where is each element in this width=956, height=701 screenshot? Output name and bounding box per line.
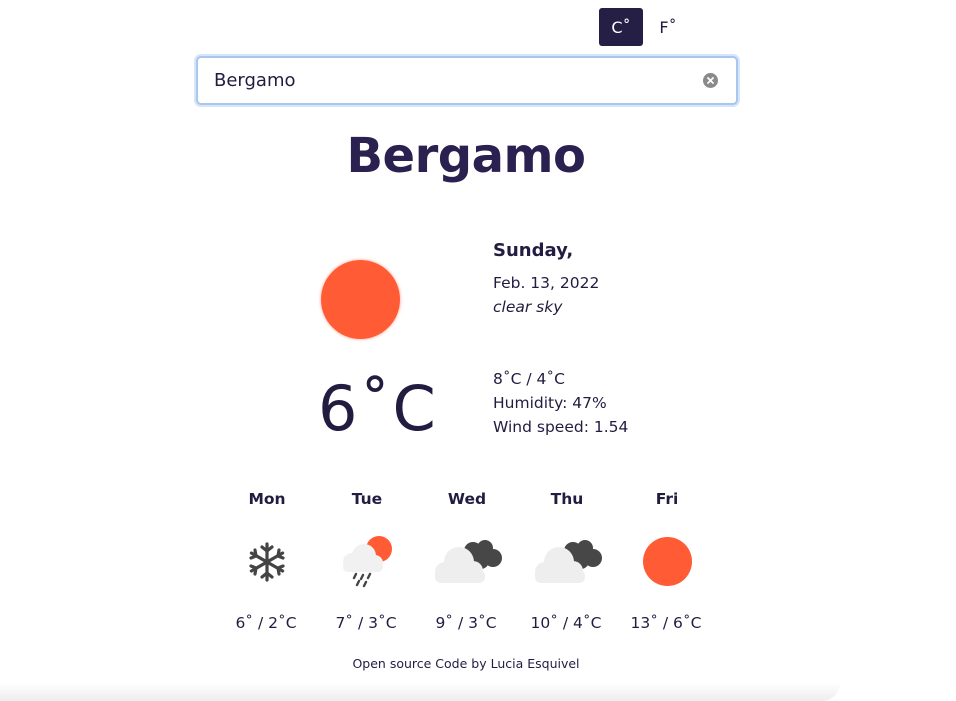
rain-sun-cloud-icon — [343, 536, 392, 588]
wind-speed: Wind speed: 1.54 — [493, 418, 629, 436]
weather-description: clear sky — [493, 298, 563, 316]
search-input[interactable] — [198, 58, 688, 103]
humidity: Humidity: 47% — [493, 394, 607, 412]
celsius-button[interactable]: C˚ — [599, 8, 643, 46]
footer-credit[interactable]: Open source Code by Lucia Esquivel — [0, 656, 932, 671]
current-date: Feb. 13, 2022 — [493, 274, 600, 292]
sun-icon — [643, 537, 692, 586]
broken-clouds-icon — [535, 540, 602, 583]
bottom-shadow — [0, 683, 840, 701]
unit-toggle: C˚ F˚ — [599, 8, 690, 46]
forecast-day-wed: Wed — [447, 490, 487, 508]
forecast-temps-tue: 7˚ / 3˚C — [335, 614, 397, 632]
current-temperature: 6˚C — [318, 372, 438, 445]
forecast-day-tue: Tue — [351, 490, 383, 508]
forecast-temps-fri: 13˚ / 6˚C — [630, 614, 702, 632]
forecast-temps-thu: 10˚ / 4˚C — [530, 614, 602, 632]
forecast-temps-wed: 9˚ / 3˚C — [435, 614, 497, 632]
forecast-day-thu: Thu — [550, 490, 584, 508]
sun-icon — [321, 260, 400, 339]
broken-clouds-icon — [435, 540, 502, 583]
clear-search-icon[interactable] — [703, 73, 718, 88]
search-box — [196, 56, 738, 105]
forecast-day-mon: Mon — [248, 490, 286, 508]
city-title: Bergamo — [346, 128, 586, 184]
current-day: Sunday, — [493, 240, 574, 261]
forecast-temps-mon: 6˚ / 2˚C — [235, 614, 297, 632]
temperature-range: 8˚C / 4˚C — [493, 370, 565, 388]
fahrenheit-button[interactable]: F˚ — [646, 8, 690, 46]
snowflake-icon — [249, 542, 285, 582]
forecast-day-fri: Fri — [655, 490, 679, 508]
